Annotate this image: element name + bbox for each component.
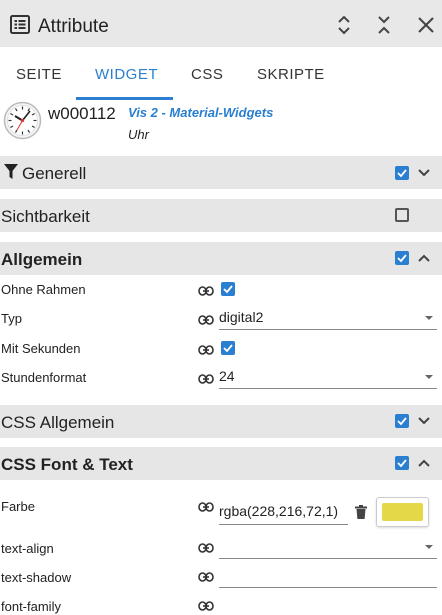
group-sichtbarkeit[interactable]: Sichtbarkeit — [0, 199, 442, 232]
tab-skripte[interactable]: SKRIPTE — [257, 66, 325, 83]
typ-label: Typ — [1, 311, 22, 326]
row-text-shadow: text-shadow — [0, 564, 442, 593]
tab-widget[interactable]: WIDGET — [95, 66, 158, 83]
row-ohne-rahmen: Ohne Rahmen — [0, 276, 442, 305]
group-css-allgemein[interactable]: CSS Allgemein — [0, 405, 442, 438]
row-font-family: font-family — [0, 593, 442, 615]
link-icon[interactable] — [198, 312, 214, 325]
row-typ: Typ digital2 — [0, 305, 442, 334]
mit-sekunden-label: Mit Sekunden — [1, 341, 81, 356]
widget-type: Uhr — [128, 127, 149, 142]
panel-titlebar: Attribute — [0, 0, 442, 47]
link-icon[interactable] — [198, 569, 214, 582]
group-generell-checkbox[interactable] — [395, 166, 409, 180]
link-icon[interactable] — [198, 371, 214, 384]
text-align-label: text-align — [1, 541, 54, 556]
widget-info: w000112 Vis 2 - Material-Widgets Uhr — [0, 100, 442, 155]
row-stundenformat: Stundenformat 24 — [0, 364, 442, 393]
ohne-rahmen-checkbox[interactable] — [221, 282, 235, 296]
group-css-font-text-checkbox[interactable] — [395, 456, 409, 470]
expand-vertical-icon[interactable] — [372, 13, 396, 37]
color-swatch-fill — [382, 503, 423, 521]
group-css-font-text[interactable]: CSS Font & Text — [0, 447, 442, 480]
row-farbe: Farbe rgba(228,216,72,1) — [0, 495, 442, 531]
group-generell-label: Generell — [22, 164, 87, 183]
stundenformat-select[interactable]: 24 — [219, 365, 437, 389]
link-icon[interactable] — [198, 283, 214, 296]
group-allgemein[interactable]: Allgemein — [0, 242, 442, 275]
farbe-value: rgba(228,216,72,1) — [219, 503, 339, 519]
typ-select-value: digital2 — [219, 309, 264, 325]
stundenformat-label: Stundenformat — [1, 370, 87, 385]
chevron-up-icon[interactable] — [416, 455, 432, 471]
tab-bar: SEITE WIDGET CSS SKRIPTE — [0, 47, 442, 99]
group-css-allgemein-checkbox[interactable] — [395, 414, 409, 428]
widget-id: w000112 — [48, 104, 116, 123]
link-icon[interactable] — [198, 342, 214, 355]
dropdown-arrow-icon — [425, 375, 433, 379]
panel-title: Attribute — [38, 16, 109, 37]
group-sichtbarkeit-label: Sichtbarkeit — [1, 207, 90, 226]
tab-seite[interactable]: SEITE — [16, 66, 62, 83]
group-allgemein-checkbox[interactable] — [395, 251, 409, 265]
clock-icon — [3, 101, 42, 140]
widget-set-name: Vis 2 - Material-Widgets — [128, 105, 274, 120]
chevron-up-icon[interactable] — [416, 250, 432, 266]
text-shadow-input[interactable] — [219, 564, 437, 588]
color-swatch[interactable] — [376, 497, 429, 527]
font-family-label: font-family — [1, 599, 61, 614]
list-icon — [10, 15, 30, 34]
row-mit-sekunden: Mit Sekunden — [0, 335, 442, 364]
group-generell[interactable]: Generell — [0, 156, 442, 189]
farbe-input[interactable]: rgba(228,216,72,1) — [219, 495, 348, 525]
text-align-select[interactable] — [219, 535, 437, 559]
group-css-font-text-label: CSS Font & Text — [1, 455, 133, 474]
typ-select[interactable]: digital2 — [219, 306, 437, 330]
row-text-align: text-align — [0, 535, 442, 564]
stundenformat-select-value: 24 — [219, 368, 235, 384]
farbe-label: Farbe — [1, 499, 35, 514]
ohne-rahmen-label: Ohne Rahmen — [1, 282, 86, 297]
mit-sekunden-checkbox[interactable] — [221, 341, 235, 355]
chevron-down-icon[interactable] — [416, 413, 432, 429]
text-shadow-label: text-shadow — [1, 570, 72, 585]
group-css-allgemein-label: CSS Allgemein — [1, 413, 115, 432]
trash-icon[interactable] — [355, 505, 367, 519]
link-icon[interactable] — [198, 598, 214, 611]
group-sichtbarkeit-checkbox[interactable] — [395, 208, 409, 222]
dropdown-arrow-icon — [425, 316, 433, 320]
chevron-down-icon[interactable] — [416, 165, 432, 181]
close-icon[interactable] — [414, 13, 438, 37]
dropdown-arrow-icon — [425, 545, 433, 549]
collapse-vertical-icon[interactable] — [332, 13, 356, 37]
group-allgemein-label: Allgemein — [1, 250, 83, 269]
tab-css[interactable]: CSS — [191, 66, 223, 83]
link-icon[interactable] — [198, 540, 214, 553]
filter-icon — [4, 164, 18, 180]
link-icon[interactable] — [198, 499, 214, 512]
